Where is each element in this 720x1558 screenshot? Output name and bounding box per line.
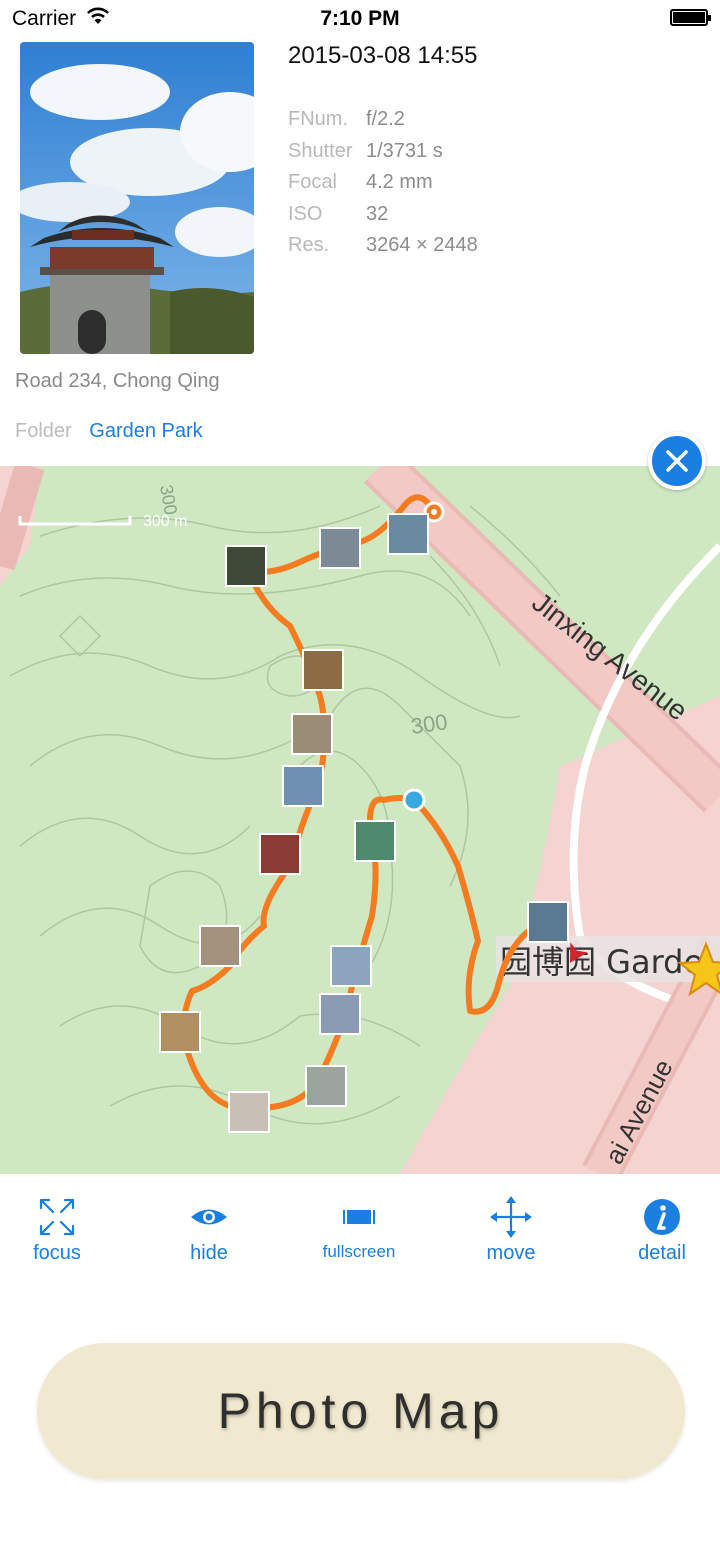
banner-title: Photo Map (217, 1383, 505, 1439)
map-toolbar: focus hide fullscreen move detail (0, 1176, 720, 1266)
exif-value: 1/3731 s (366, 139, 443, 162)
contour-label: 300 (409, 709, 449, 739)
close-button[interactable] (648, 432, 706, 490)
focus-button[interactable]: focus (0, 1176, 117, 1265)
info-icon (644, 1199, 680, 1235)
folder-label: Folder (15, 420, 72, 442)
move-button[interactable]: move (451, 1176, 571, 1265)
fullscreen-label: fullscreen (322, 1242, 396, 1261)
photo-datetime: 2015-03-08 14:55 (288, 42, 478, 69)
exif-table: FNum. f/2.2 Shutter 1/3731 s Focal 4.2 mm I… (288, 104, 478, 262)
exif-row: FNum. f/2.2 (288, 104, 478, 136)
exif-row: Res. 3264 × 2448 (288, 230, 478, 262)
status-bar: Carrier 7:10 PM (0, 0, 720, 38)
poi-label: 园博园 Garde (500, 943, 703, 981)
folder-row: Folder Garden Park (15, 420, 203, 443)
detail-label: detail (638, 1242, 686, 1264)
photo-thumbnail[interactable] (20, 42, 254, 354)
status-time: 7:10 PM (320, 7, 400, 30)
exif-key: Res. (288, 234, 330, 256)
hide-button[interactable]: hide (149, 1176, 269, 1265)
hide-label: hide (190, 1242, 228, 1264)
exif-key: FNum. (288, 108, 348, 130)
move-icon (490, 1196, 532, 1238)
folder-link[interactable]: Garden Park (89, 420, 202, 442)
photo-image (20, 42, 254, 354)
focus-label: focus (33, 1242, 81, 1264)
fullscreen-icon (343, 1210, 375, 1224)
exif-row: ISO 32 (288, 199, 478, 231)
exif-row: Focal 4.2 mm (288, 167, 478, 199)
eye-icon (191, 1209, 227, 1225)
photo-map-banner[interactable]: Photo Map (37, 1343, 685, 1479)
exif-value: 4.2 mm (366, 171, 433, 193)
detail-button[interactable]: detail (602, 1176, 720, 1265)
close-icon (666, 450, 688, 472)
exif-key: Shutter (288, 139, 353, 162)
exif-key: Focal (288, 171, 337, 193)
battery-icon (670, 9, 711, 26)
photo-map[interactable]: 300 m Jinxing Avenue ai Avenue 300 300 园… (0, 466, 720, 1174)
focus-icon (39, 1198, 75, 1236)
exif-key: ISO (288, 202, 323, 225)
map-canvas: 300 m Jinxing Avenue ai Avenue 300 300 园… (0, 466, 720, 1174)
exif-value: f/2.2 (366, 108, 405, 130)
photo-address: Road 234, Chong Qing (15, 370, 220, 392)
move-label: move (486, 1242, 536, 1264)
exif-value: 32 (366, 202, 389, 225)
fullscreen-button[interactable]: fullscreen (299, 1176, 419, 1262)
exif-value: 3264 × 2448 (366, 234, 478, 256)
exif-row: Shutter 1/3731 s (288, 136, 478, 168)
